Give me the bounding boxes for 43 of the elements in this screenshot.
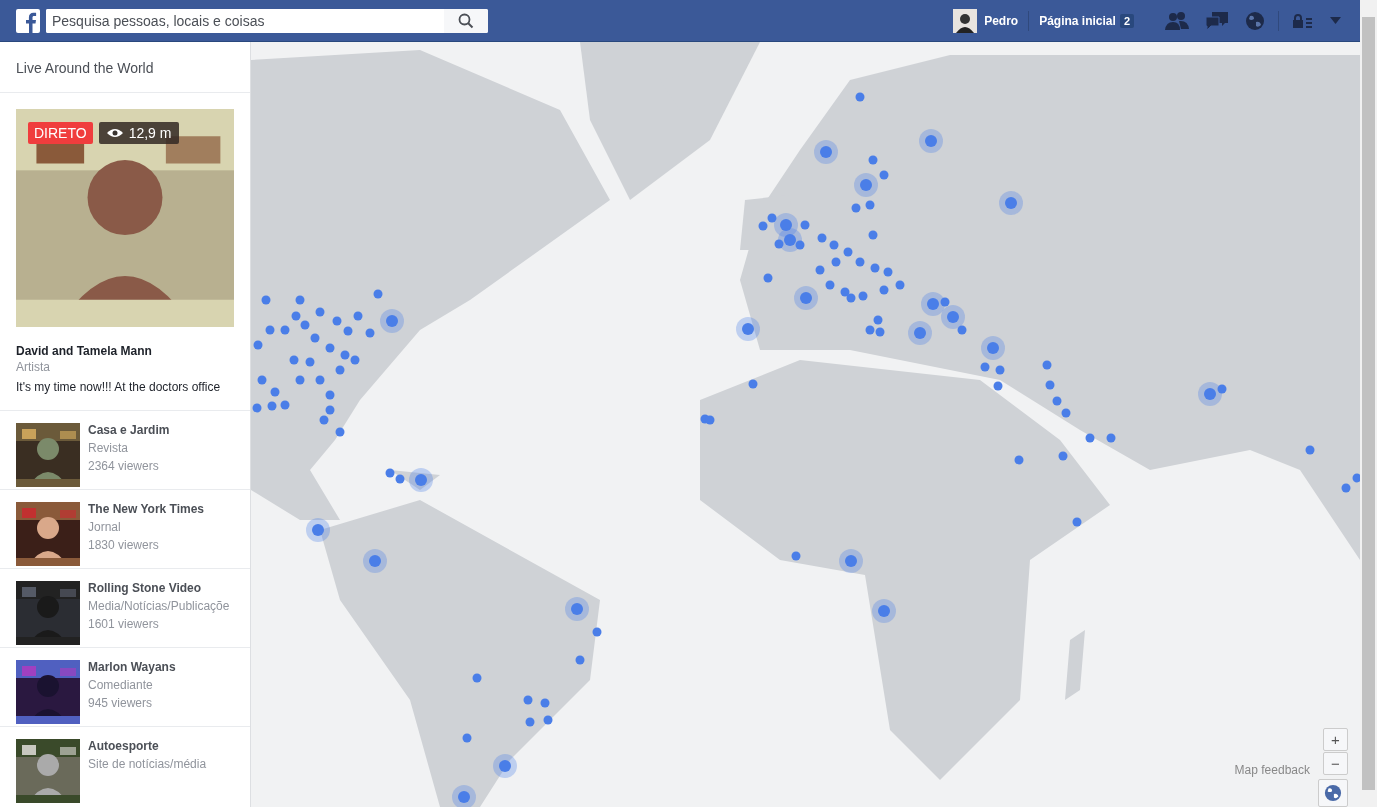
stream-item[interactable]: Marlon Wayans Comediante 945 viewers bbox=[0, 648, 250, 727]
notification-count: 2 bbox=[1119, 13, 1134, 28]
streamer-category: Site de notícias/média bbox=[88, 757, 207, 771]
search-button[interactable] bbox=[444, 8, 488, 33]
zoom-in-button[interactable]: + bbox=[1323, 728, 1348, 751]
profile-link[interactable]: Pedro bbox=[984, 13, 1019, 28]
messages-icon[interactable] bbox=[1205, 10, 1229, 31]
sidebar-title: Live Around the World bbox=[0, 42, 250, 93]
streamer-name: Autoesporte bbox=[88, 739, 160, 753]
streamer-category: Artista bbox=[16, 360, 51, 374]
friends-icon[interactable] bbox=[1165, 10, 1189, 31]
streamer-name: Rolling Stone Video bbox=[88, 581, 203, 595]
viewer-count: 2364 viewers bbox=[88, 459, 160, 473]
home-link[interactable]: Página inicial bbox=[1039, 13, 1116, 28]
stream-item[interactable]: The New York Times Jornal 1830 viewers bbox=[0, 490, 250, 569]
eye-icon bbox=[106, 128, 123, 138]
stream-description: It's my time now!!! At the doctors office bbox=[16, 380, 222, 394]
avatar[interactable] bbox=[953, 8, 978, 33]
search-icon bbox=[458, 12, 474, 29]
viewer-count: 1601 viewers bbox=[88, 617, 160, 631]
stream-item[interactable]: Casa e Jardim Revista 2364 viewers bbox=[0, 411, 250, 490]
globe-icon[interactable] bbox=[1245, 10, 1265, 31]
streamer-name: Casa e Jardim bbox=[88, 423, 170, 437]
globe-button[interactable] bbox=[1318, 779, 1348, 807]
streamer-category: Jornal bbox=[88, 520, 122, 534]
streamer-category: Media/Notícias/Publicaçõe bbox=[88, 599, 230, 613]
zoom-out-button[interactable]: − bbox=[1323, 752, 1348, 775]
logo-icon[interactable] bbox=[16, 8, 40, 33]
caret-icon[interactable] bbox=[1330, 17, 1341, 24]
lock-icon[interactable] bbox=[1292, 13, 1314, 28]
viewer-count: 12,9 m bbox=[98, 122, 180, 144]
stream-item[interactable]: Autoesporte Site de notícias/média bbox=[0, 727, 250, 805]
streamer-name: The New York Times bbox=[88, 502, 205, 516]
streamer-category: Revista bbox=[88, 441, 129, 455]
search-field[interactable]: Pesquisa pessoas, locais e coisas bbox=[46, 8, 488, 33]
streamer-category: Comediante bbox=[88, 678, 154, 692]
streamer-name[interactable]: David and Tamela Mann bbox=[16, 344, 234, 358]
streamer-name: Marlon Wayans bbox=[88, 660, 176, 674]
globe-icon bbox=[1324, 784, 1342, 802]
viewer-count: 1830 viewers bbox=[88, 538, 160, 552]
viewer-count: 945 viewers bbox=[88, 696, 154, 710]
live-badge: DIRETO bbox=[28, 122, 93, 144]
stream-item[interactable]: Rolling Stone Video Media/Notícias/Publicaçõe 1601 viewers bbox=[0, 569, 250, 648]
